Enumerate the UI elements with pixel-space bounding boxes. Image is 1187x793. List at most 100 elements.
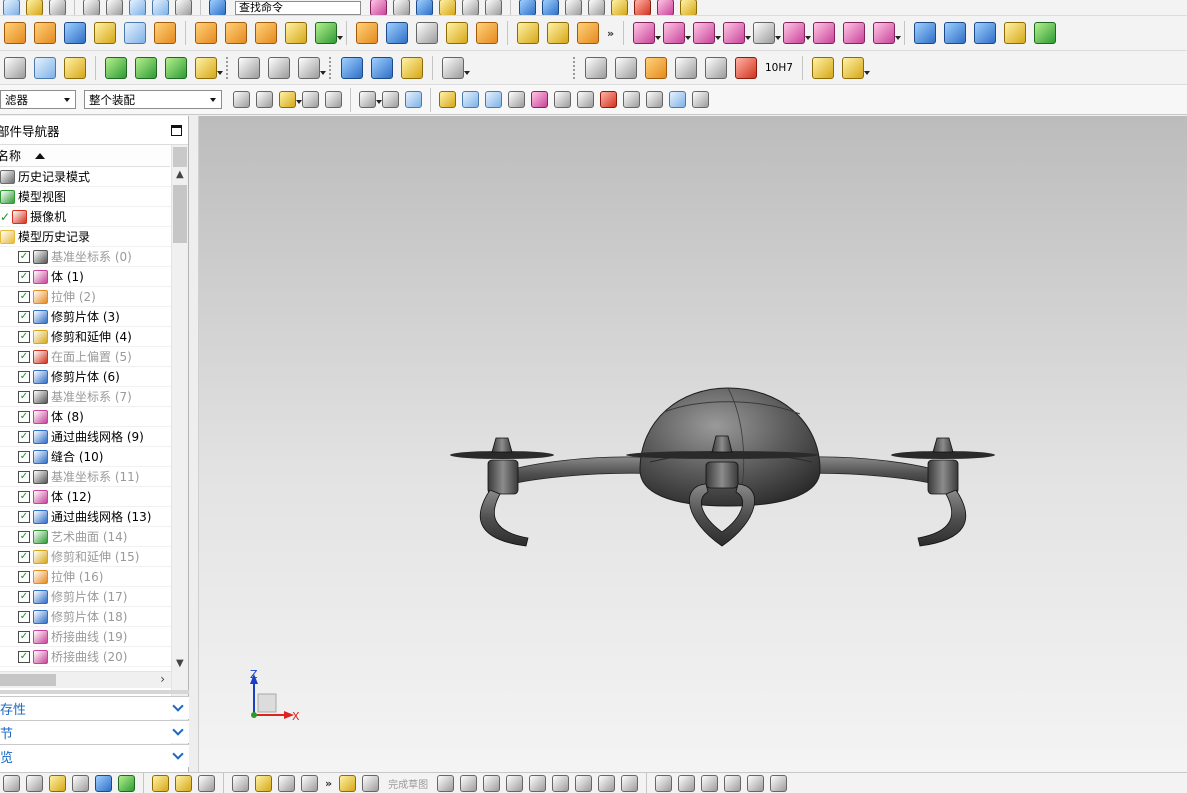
- bottom-tool-11-icon[interactable]: [255, 774, 272, 792]
- snap-bisector-icon[interactable]: [646, 91, 663, 108]
- tree-row[interactable]: ✓ 修剪片体 (3): [0, 307, 171, 327]
- command-finder-icon[interactable]: [209, 0, 226, 15]
- sketch-corner-icon[interactable]: [701, 774, 719, 792]
- display-icon[interactable]: [462, 0, 479, 15]
- grid-icon[interactable]: [362, 774, 380, 792]
- boss-icon[interactable]: [225, 22, 247, 44]
- sketch-fillet-icon[interactable]: [506, 774, 524, 792]
- split-body-icon[interactable]: [416, 22, 438, 44]
- sketch-finish-icon[interactable]: [339, 774, 357, 792]
- command-finder-input[interactable]: 查找命令: [235, 0, 361, 15]
- visibility-checkbox[interactable]: ✓: [18, 650, 30, 663]
- layer-box-icon[interactable]: [485, 0, 502, 15]
- tree-row[interactable]: ✓ 修剪片体 (6): [0, 367, 171, 387]
- annotate-icon[interactable]: [657, 0, 674, 15]
- through-curves-icon[interactable]: [914, 22, 937, 44]
- undo-icon[interactable]: [129, 0, 146, 15]
- snap-point-on-icon[interactable]: [623, 91, 640, 108]
- note-icon[interactable]: [705, 56, 727, 79]
- tree-row[interactable]: ✓ 缝合 (10): [0, 447, 171, 467]
- bottom-tool-10-icon[interactable]: [232, 774, 249, 792]
- draft-icon[interactable]: [693, 22, 722, 44]
- bottom-tool-5-icon[interactable]: [95, 774, 112, 792]
- visibility-checkbox[interactable]: ✓: [18, 330, 30, 343]
- visibility-checkbox[interactable]: ✓: [18, 450, 30, 463]
- layer-icon[interactable]: [4, 56, 26, 79]
- solid-icon[interactable]: [405, 91, 422, 108]
- tree-row[interactable]: ✓ 基准坐标系 (11): [0, 467, 171, 487]
- snap-options-icon[interactable]: [692, 91, 709, 108]
- panel-preview[interactable]: 预览: [0, 744, 189, 767]
- section-icon[interactable]: [298, 56, 326, 79]
- sketch-arc-icon[interactable]: [460, 774, 478, 792]
- spring-icon[interactable]: [371, 56, 393, 79]
- curve-icon[interactable]: [238, 56, 260, 79]
- maximize-icon[interactable]: [171, 124, 182, 136]
- bottom-tool-7-icon[interactable]: [152, 774, 169, 792]
- save-icon[interactable]: [49, 0, 66, 15]
- tree-row[interactable]: ✓ 通过曲线网格 (13): [0, 507, 171, 527]
- hole-icon[interactable]: [195, 22, 217, 44]
- text-abc-icon[interactable]: [195, 56, 223, 79]
- tree-row[interactable]: ✓ 拉伸 (16): [0, 567, 171, 587]
- new-file-icon[interactable]: [3, 0, 20, 15]
- sketch-constraint-icon[interactable]: [770, 774, 788, 792]
- tree-row[interactable]: ✓ 修剪片体 (17): [0, 587, 171, 607]
- sketch-dimension-icon[interactable]: [747, 774, 765, 792]
- surface-grid-icon[interactable]: [813, 22, 836, 44]
- snap-quadrant-icon[interactable]: [600, 91, 617, 108]
- scroll-right-icon[interactable]: ›: [160, 672, 165, 686]
- sketch-mirror-icon[interactable]: [724, 774, 742, 792]
- drone-model[interactable]: Z X: [199, 116, 1187, 772]
- bearing-icon[interactable]: [401, 56, 423, 79]
- tree-row[interactable]: ✓ 拉伸 (2): [0, 287, 171, 307]
- visibility-checkbox[interactable]: ✓: [18, 570, 30, 583]
- visibility-checkbox[interactable]: ✓: [18, 430, 30, 443]
- constraint-icon[interactable]: [442, 56, 470, 79]
- bottom-tool-8-icon[interactable]: [175, 774, 192, 792]
- visibility-checkbox[interactable]: ✓: [18, 290, 30, 303]
- sketch-trim-icon[interactable]: [655, 774, 673, 792]
- check-icon[interactable]: [105, 56, 127, 79]
- visibility-checkbox[interactable]: ✓: [18, 470, 30, 483]
- rectangle-select-icon[interactable]: [359, 91, 382, 108]
- law-extension-icon[interactable]: [1034, 22, 1057, 44]
- sketch-chamfer-icon[interactable]: [529, 774, 547, 792]
- panel-details[interactable]: 细节: [0, 720, 189, 743]
- offset-face-icon[interactable]: [663, 22, 692, 44]
- paste-icon[interactable]: [106, 0, 123, 15]
- vertical-scroll-thumb[interactable]: [173, 185, 187, 243]
- bottom-tool-4-icon[interactable]: [72, 774, 89, 792]
- bottom-tool-9-icon[interactable]: [198, 774, 215, 792]
- visibility-checkbox[interactable]: ✓: [18, 410, 30, 423]
- scroll-down-icon[interactable]: ▼: [176, 658, 184, 669]
- tree-row[interactable]: ✓ 基准坐标系 (0): [0, 247, 171, 267]
- type-filter-select[interactable]: 滤器: [0, 90, 76, 109]
- visibility-checkbox[interactable]: ✓: [18, 350, 30, 363]
- trim-body-icon[interactable]: [386, 22, 408, 44]
- pocket-icon[interactable]: [255, 22, 277, 44]
- spline-icon[interactable]: [268, 56, 290, 79]
- blend-icon[interactable]: [723, 22, 752, 44]
- emboss-icon[interactable]: [315, 22, 343, 44]
- tolerance-icon[interactable]: 10H7: [765, 62, 793, 74]
- intersect-icon[interactable]: [633, 22, 662, 44]
- unite-icon[interactable]: [547, 22, 569, 44]
- navigator-horizontal-scrollbar[interactable]: ›: [0, 671, 171, 688]
- bottom-tool-6-icon[interactable]: [118, 774, 135, 792]
- tree-row[interactable]: ✓ 体 (1): [0, 267, 171, 287]
- feature-group-icon[interactable]: [34, 56, 56, 79]
- cylinder-icon[interactable]: [34, 22, 56, 44]
- pad-icon[interactable]: [285, 22, 307, 44]
- swept-icon[interactable]: [843, 22, 866, 44]
- tree-row[interactable]: ✓ 艺术曲面 (14): [0, 527, 171, 547]
- thicken-icon[interactable]: [356, 22, 378, 44]
- overflow-chevron[interactable]: »: [607, 27, 614, 40]
- snap-curve-icon[interactable]: [508, 91, 525, 108]
- cut-icon[interactable]: [83, 0, 100, 15]
- tree-row[interactable]: ✓ 通过曲线网格 (9): [0, 427, 171, 447]
- horizontal-scroll-thumb[interactable]: [0, 674, 56, 686]
- select-relations-icon[interactable]: [256, 91, 273, 108]
- rotate-icon[interactable]: [325, 91, 342, 108]
- tree-row[interactable]: 模型视图: [0, 187, 171, 207]
